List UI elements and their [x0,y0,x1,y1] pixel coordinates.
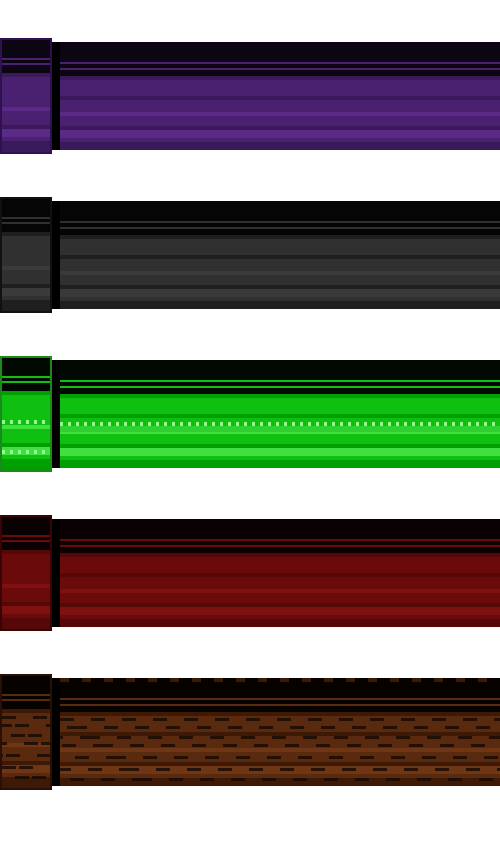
bar-stripe [2,111,50,125]
bar-stripe [2,618,50,629]
bar-stripe [60,593,500,603]
bar-stripe [2,358,50,376]
bar-body [60,360,500,468]
bar-stripe [60,360,500,380]
bar-stripe [2,429,50,443]
bar-body [60,519,500,627]
bar-divider [52,360,60,468]
bar-stripe [60,434,500,444]
bar-purple [0,38,500,154]
bar-cap [0,515,52,631]
bar-stripe [60,100,500,112]
wood-grain [2,734,50,737]
bar-stripe [2,270,50,284]
bar-highlight [60,426,500,432]
bar-stripe [2,141,50,152]
bar-stripe [60,289,500,297]
bar-stripe [2,554,50,570]
wood-grain [2,776,50,779]
bar-divider [52,519,60,627]
bar-divider [52,42,60,150]
bar-stripe [60,239,500,255]
bar-stripe [2,383,50,391]
bar-stripe [60,301,500,309]
wood-edge [60,678,500,682]
bar-stripe [2,459,50,470]
bar-stripe [2,542,50,550]
bar-stripe [60,557,500,573]
bar-stripe [60,448,500,456]
bar-stripe [2,65,50,73]
wood-grain [60,736,500,739]
wood-grain [60,726,500,729]
bar-wood [0,674,500,790]
wood-grain [60,718,500,721]
bar-stripe [2,288,50,296]
bar-stripe [2,701,50,709]
bar-stripe [2,40,50,58]
bar-body [60,678,500,786]
bar-stripe [2,199,50,217]
bar-stripe [2,395,50,411]
bar-stripe [60,275,500,285]
bar-body [60,42,500,150]
bar-stripe [60,619,500,627]
bar-stripe [60,42,500,62]
bar-stripe [60,116,500,126]
bar-cap [0,197,52,313]
wood-grain [60,768,500,771]
bar-stripe [2,224,50,232]
bar-stripe [60,201,500,221]
bar-stripe [2,129,50,137]
bar-divider [52,201,60,309]
bar-stripe [2,300,50,311]
wood-grain [60,756,500,759]
bar-stripe [60,398,500,414]
bar-stripe [60,577,500,589]
bar-stripe [2,517,50,535]
wood-grain [2,754,50,757]
bar-divider [52,678,60,786]
bar-highlight-dots [2,450,50,454]
wood-grain [2,724,50,727]
bar-stripe [2,77,50,93]
bar-stripe [60,607,500,615]
bar-stripe [60,130,500,138]
bar-red [0,515,500,631]
bar-stripe [2,93,50,107]
bar-stripe [60,142,500,150]
wood-grain [2,742,50,745]
wood-grain [60,778,500,781]
bar-stripe [60,259,500,271]
bar-stripe [2,676,50,694]
bar-stripe [2,606,50,614]
bar-stripe [2,588,50,602]
bar-stripe [60,519,500,539]
bar-body [60,201,500,309]
bar-stripe [60,460,500,468]
bar-cap [0,356,52,472]
bar-green [0,356,500,472]
wood-grain [60,744,500,747]
wood-grain [2,716,50,719]
bar-gray [0,197,500,313]
bar-stripe [60,80,500,96]
bar-stripe [2,236,50,252]
bar-stripe [2,252,50,266]
bar-cap [0,674,52,790]
bar-highlight-dots [2,420,50,424]
wood-grain [2,766,50,769]
bar-stripe [2,570,50,584]
bar-cap [0,38,52,154]
